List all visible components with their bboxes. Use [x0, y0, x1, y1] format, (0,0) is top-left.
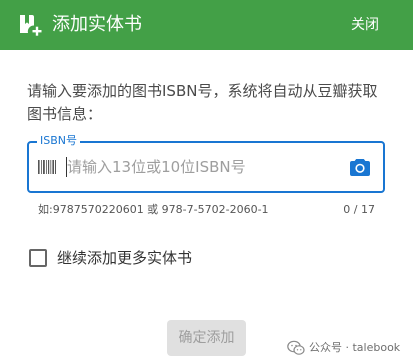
intro-text: 请输入要添加的图书ISBN号，系统将自动从豆瓣获取图书信息：: [27, 82, 378, 123]
isbn-field-label: ISBN号: [37, 134, 81, 148]
barcode-icon: [38, 160, 56, 174]
watermark-text: 公众号 · talebook: [309, 341, 401, 354]
character-counter: 0 / 17: [343, 203, 375, 216]
close-button[interactable]: 关闭: [351, 14, 379, 36]
dialog-title: 添加实体书: [52, 14, 142, 35]
checkbox-box[interactable]: [29, 249, 47, 267]
wechat-icon: [287, 340, 305, 355]
confirm-add-button[interactable]: 确定添加: [167, 320, 246, 356]
isbn-input[interactable]: [67, 155, 337, 179]
camera-icon[interactable]: [349, 156, 371, 178]
checkbox-label: 继续添加更多实体书: [57, 249, 193, 267]
isbn-hint: 如:9787570220601 或 978-7-5702-2060-1: [38, 203, 269, 216]
isbn-field[interactable]: ISBN号: [27, 134, 385, 193]
add-book-icon: [20, 15, 42, 36]
dialog-header: 添加实体书 关闭: [0, 0, 413, 50]
add-book-dialog: 添加实体书 关闭 请输入要添加的图书ISBN号，系统将自动从豆瓣获取图书信息： …: [0, 0, 413, 364]
